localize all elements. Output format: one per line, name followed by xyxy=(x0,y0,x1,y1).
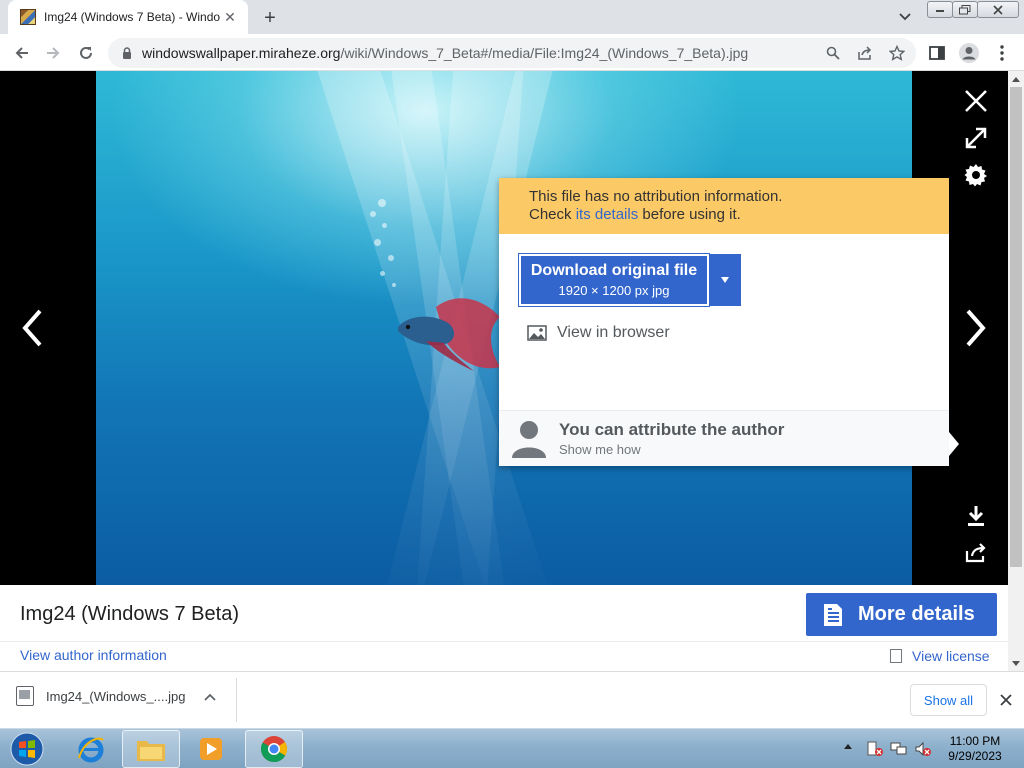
taskbar-chrome[interactable] xyxy=(245,730,303,768)
image-file-icon xyxy=(16,686,34,706)
share-image-icon[interactable] xyxy=(962,539,990,567)
media-player-icon xyxy=(200,738,222,760)
system-clock[interactable]: 11:00 PM 9/29/2023 xyxy=(940,734,1010,764)
url-text: windowswallpaper.miraheze.org/wiki/Windo… xyxy=(142,45,749,61)
profile-avatar-icon[interactable] xyxy=(958,42,980,64)
image-icon xyxy=(527,325,547,341)
caret-down-icon xyxy=(721,277,729,283)
chevron-left-icon xyxy=(22,309,42,347)
next-image-button[interactable] xyxy=(956,298,996,358)
folder-icon xyxy=(137,741,165,761)
chrome-icon xyxy=(260,736,288,763)
forward-button[interactable] xyxy=(40,40,66,66)
attribute-author-section[interactable]: You can attribute the author Show me how xyxy=(499,410,949,466)
attribution-notice: This file has no attribution information… xyxy=(499,178,949,234)
file-details-icon xyxy=(824,603,842,626)
show-all-button[interactable]: Show all xyxy=(910,684,987,716)
previous-image-button[interactable] xyxy=(12,298,52,358)
windows-taskbar: 11:00 PM 9/29/2023 xyxy=(0,728,1024,768)
tab-close-icon[interactable]: ✕ xyxy=(220,7,240,27)
reload-button[interactable] xyxy=(73,40,99,66)
license-icon xyxy=(890,649,902,663)
lock-icon[interactable] xyxy=(120,46,134,60)
side-panel-icon[interactable] xyxy=(926,42,948,64)
file-metadata-bar: Img24 (Windows 7 Beta) More details View… xyxy=(0,585,1008,671)
page-scrollbar[interactable] xyxy=(1008,71,1024,671)
scrollbar-thumb[interactable] xyxy=(1010,87,1022,567)
author-information-link[interactable]: View author information xyxy=(20,647,167,663)
start-button[interactable] xyxy=(4,730,50,768)
download-file-name: Img24_(Windows_....jpg xyxy=(46,688,186,704)
download-shelf: Img24_(Windows_....jpg Show all xyxy=(0,671,1024,728)
download-original-button[interactable]: Download original file 1920 × 1200 px jp… xyxy=(518,253,710,307)
file-title: Img24 (Windows 7 Beta) xyxy=(20,603,239,625)
download-options-chevron-icon[interactable] xyxy=(204,690,216,704)
download-size-dropdown[interactable] xyxy=(709,254,741,306)
reload-icon xyxy=(80,46,92,59)
tab-strip: Img24 (Windows 7 Beta) - Windows Wallpap… xyxy=(0,0,1024,34)
downloaded-file-item[interactable]: Img24_(Windows_....jpg xyxy=(16,686,185,706)
download-button-group: Download original file 1920 × 1200 px jp… xyxy=(518,253,741,307)
network-icon[interactable] xyxy=(890,741,908,757)
browser-tab[interactable]: Img24 (Windows 7 Beta) - Windows Wallpap… xyxy=(8,0,248,34)
its-details-link[interactable]: its details xyxy=(576,206,639,223)
betta-fish xyxy=(398,298,500,371)
bookmark-star-icon[interactable] xyxy=(888,44,906,62)
window-restore-button[interactable] xyxy=(952,1,978,18)
scroll-down-arrow-icon[interactable] xyxy=(1008,655,1024,671)
action-center-icon[interactable] xyxy=(866,741,884,757)
taskbar-explorer[interactable] xyxy=(122,730,180,768)
scroll-up-arrow-icon[interactable] xyxy=(1008,71,1024,87)
share-icon[interactable] xyxy=(856,44,874,62)
show-me-how-link[interactable]: Show me how xyxy=(559,442,784,457)
back-arrow-icon xyxy=(15,47,28,59)
settings-gear-icon[interactable] xyxy=(962,161,990,189)
windows-orb-icon xyxy=(10,732,44,766)
internet-explorer-icon xyxy=(78,737,104,763)
popup-pointer xyxy=(949,432,959,456)
user-avatar-icon xyxy=(512,420,546,458)
clock-date: 9/29/2023 xyxy=(948,749,1002,763)
view-license-link[interactable]: View license xyxy=(890,648,990,664)
address-bar[interactable]: windowswallpaper.miraheze.org/wiki/Windo… xyxy=(108,38,916,68)
close-viewer-icon[interactable] xyxy=(962,87,990,115)
browser-toolbar: windowswallpaper.miraheze.org/wiki/Windo… xyxy=(0,34,1024,71)
tab-title: Img24 (Windows 7 Beta) - Windows Wallpap… xyxy=(44,10,220,24)
chevron-right-icon xyxy=(966,309,986,347)
view-in-browser-link[interactable]: View in browser xyxy=(527,324,670,342)
search-icon[interactable] xyxy=(824,44,842,62)
clock-time: 11:00 PM xyxy=(949,734,1001,748)
favicon-icon xyxy=(20,9,36,25)
download-popup: This file has no attribution information… xyxy=(499,178,949,466)
forward-arrow-icon xyxy=(47,47,60,59)
tab-search-icon[interactable] xyxy=(896,8,914,26)
show-hidden-icons-button[interactable] xyxy=(844,741,852,752)
window-close-button[interactable] xyxy=(977,1,1019,18)
taskbar-internet-explorer[interactable] xyxy=(62,730,120,768)
attribute-title: You can attribute the author xyxy=(559,420,785,439)
window-minimize-button[interactable] xyxy=(927,1,953,18)
taskbar-media-player[interactable] xyxy=(182,730,240,768)
back-button[interactable] xyxy=(9,40,35,66)
volume-muted-icon[interactable] xyxy=(914,741,932,757)
menu-kebab-icon[interactable] xyxy=(991,42,1013,64)
more-details-button[interactable]: More details xyxy=(806,593,997,636)
notice-line1: This file has no attribution information… xyxy=(529,188,783,205)
close-shelf-icon[interactable] xyxy=(996,688,1016,712)
download-icon[interactable] xyxy=(962,502,990,530)
notice-line2: Check its details before using it. xyxy=(529,206,741,223)
new-tab-button[interactable]: + xyxy=(258,6,282,30)
fullscreen-icon[interactable] xyxy=(962,124,990,152)
